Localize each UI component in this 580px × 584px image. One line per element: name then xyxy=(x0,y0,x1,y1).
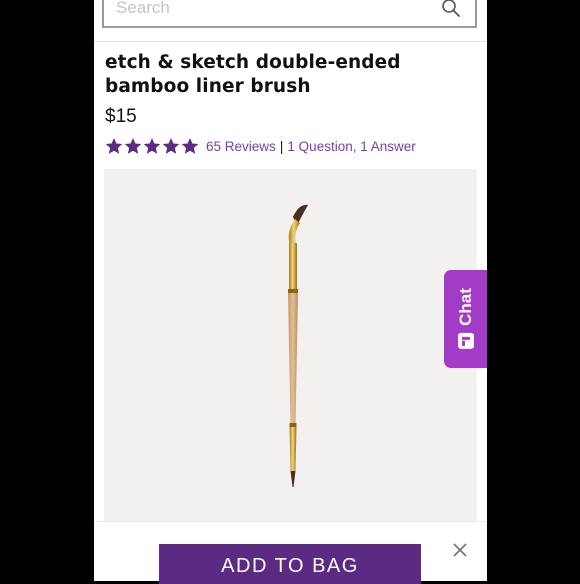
search-input[interactable] xyxy=(116,0,416,20)
brush-illustration xyxy=(288,204,308,487)
star-icon xyxy=(105,138,123,154)
sticky-cart-bar: ADD TO BAG xyxy=(94,521,487,584)
star-icon xyxy=(124,138,142,154)
star-icon xyxy=(143,138,161,154)
product-page: etch & sketch double-ended bamboo liner … xyxy=(94,0,487,580)
questions-link[interactable]: 1 Question, 1 Answer xyxy=(287,139,415,154)
search-bar[interactable] xyxy=(102,0,477,28)
chat-content: Chat xyxy=(456,288,476,350)
close-icon[interactable] xyxy=(452,542,468,558)
chat-button[interactable]: Chat xyxy=(444,270,487,368)
chat-icon xyxy=(457,332,474,349)
product-price: $15 xyxy=(105,106,137,127)
product-image[interactable] xyxy=(104,169,477,521)
rating-row: 65 Reviews | 1 Question, 1 Answer xyxy=(105,136,416,156)
chat-label: Chat xyxy=(455,288,475,326)
rating-separator: | xyxy=(279,138,284,154)
search-icon[interactable] xyxy=(441,0,461,18)
header-divider xyxy=(94,41,487,42)
add-to-bag-button[interactable]: ADD TO BAG xyxy=(159,544,421,584)
star-icon xyxy=(181,138,199,154)
star-rating[interactable] xyxy=(105,137,199,155)
product-title: etch & sketch double-ended bamboo liner … xyxy=(105,52,401,97)
star-icon xyxy=(162,138,180,154)
reviews-link[interactable]: 65 Reviews xyxy=(206,139,276,154)
